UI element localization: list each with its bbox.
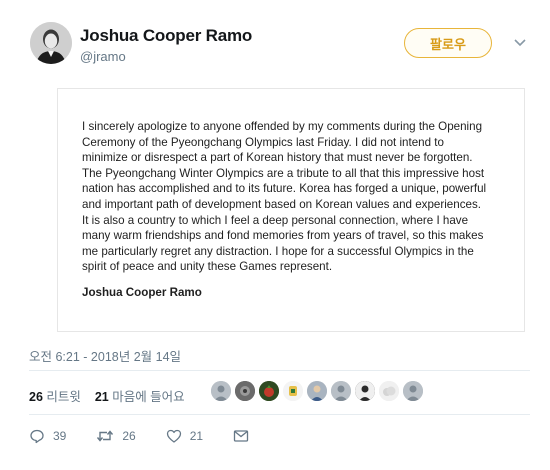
- heart-icon: [166, 429, 181, 443]
- divider: [29, 414, 530, 415]
- user-photo-icon: [355, 381, 375, 401]
- tweet-timestamp[interactable]: 오전 6:21 - 2018년 2월 14일: [29, 346, 181, 365]
- divider: [29, 370, 530, 371]
- statement-body: I sincerely apologize to anyone offended…: [82, 120, 487, 274]
- author-photo-icon: [30, 22, 72, 64]
- user-photo-icon: [235, 381, 255, 401]
- avatar[interactable]: [211, 381, 231, 401]
- avatar[interactable]: [379, 381, 399, 401]
- like-action-count: 21: [189, 429, 204, 443]
- avatar[interactable]: [331, 381, 351, 401]
- avatar[interactable]: [259, 381, 279, 401]
- engagement-stats: 26 리트윗 21 마음에 들어요: [29, 386, 185, 405]
- tweet-header: Joshua Cooper Ramo @jramo 팔로우: [24, 20, 530, 68]
- avatar[interactable]: [355, 381, 375, 401]
- statement-image[interactable]: I sincerely apologize to anyone offended…: [57, 88, 525, 332]
- like-button[interactable]: 21: [166, 428, 203, 444]
- author-avatar[interactable]: [30, 22, 72, 64]
- retweet-stat-label: 리트윗: [46, 390, 81, 404]
- statement-signature: Joshua Cooper Ramo: [82, 286, 202, 299]
- author-handle[interactable]: @jramo: [80, 49, 126, 64]
- reply-count: 39: [53, 429, 67, 443]
- like-stat[interactable]: 21 마음에 들어요: [95, 390, 185, 404]
- default-user-icon: [211, 381, 231, 401]
- envelope-icon: [233, 430, 249, 442]
- user-photo-icon: [259, 381, 279, 401]
- like-count: 21: [94, 390, 109, 404]
- retweet-button[interactable]: 26: [96, 428, 136, 444]
- default-user-icon: [403, 381, 423, 401]
- retweet-icon: [97, 430, 114, 442]
- default-user-icon: [331, 381, 351, 401]
- avatar[interactable]: [283, 381, 303, 401]
- retweet-stat[interactable]: 26 리트윗: [29, 390, 81, 404]
- follow-button[interactable]: 팔로우: [404, 28, 492, 58]
- retweet-action-count: 26: [122, 429, 136, 443]
- avatar[interactable]: [235, 381, 255, 401]
- user-photo-icon: [307, 381, 327, 401]
- author-name[interactable]: Joshua Cooper Ramo: [80, 26, 252, 46]
- logo-icon: [283, 381, 303, 401]
- like-stat-label: 마음에 들어요: [112, 390, 185, 404]
- avatar[interactable]: [307, 381, 327, 401]
- avatar[interactable]: [403, 381, 423, 401]
- chevron-down-icon[interactable]: [512, 34, 528, 50]
- liker-avatars: [211, 381, 423, 401]
- retweet-count: 26: [29, 390, 43, 404]
- reply-icon: [30, 429, 44, 444]
- cloud-icon: [379, 381, 399, 401]
- tweet-actions: 39 26 21: [29, 428, 287, 444]
- message-button[interactable]: [233, 428, 257, 444]
- reply-button[interactable]: 39: [29, 428, 66, 444]
